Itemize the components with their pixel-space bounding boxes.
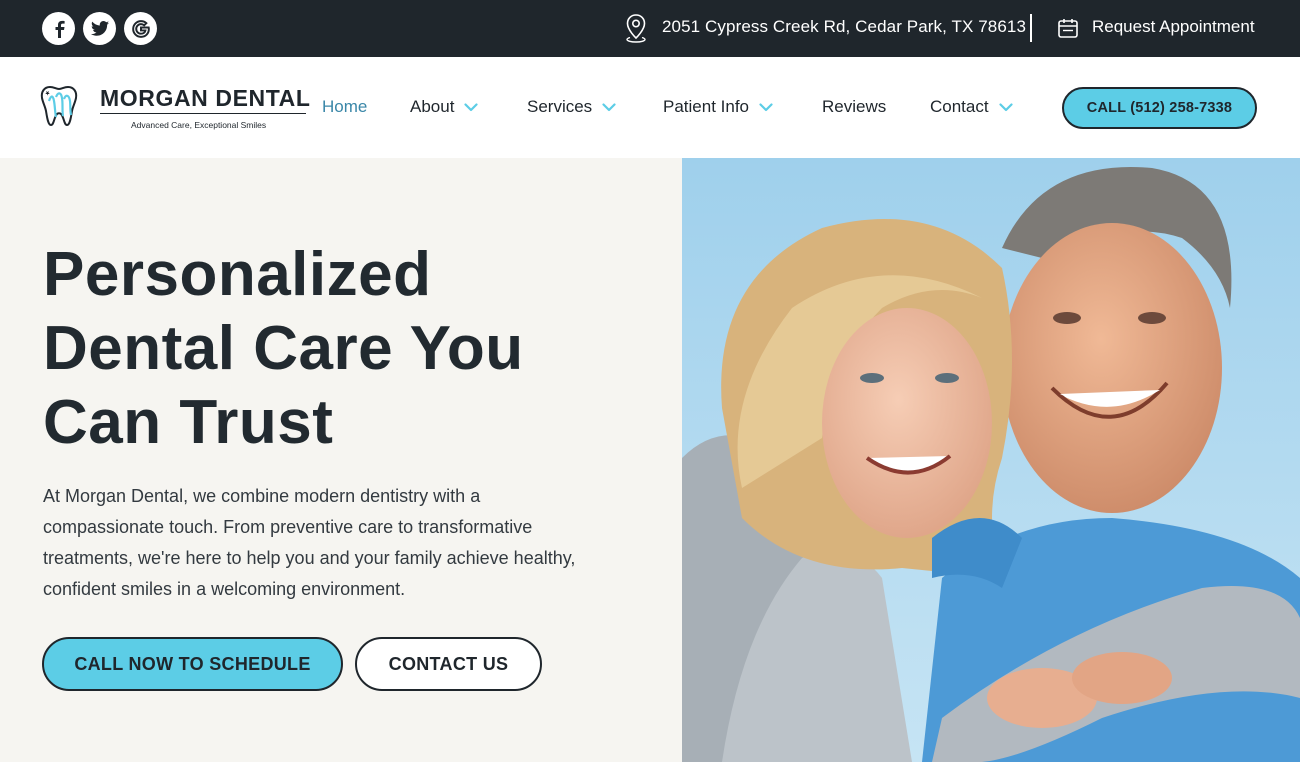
- brand-rule: [100, 113, 306, 114]
- chevron-down-icon: [998, 102, 1013, 111]
- call-now-button[interactable]: CALL NOW TO SCHEDULE: [42, 637, 343, 691]
- brand-name: MORGAN DENTAL: [100, 85, 311, 111]
- hero-title-line: Dental Care You: [43, 314, 524, 383]
- nav-item-contact[interactable]: Contact: [930, 97, 1013, 117]
- nav-item-label: Reviews: [822, 97, 887, 116]
- hero-section: Personalized Dental Care You Can Trust A…: [0, 158, 682, 762]
- nav-item-label: Patient Info: [663, 97, 750, 116]
- hero-title-line: Can Trust: [43, 388, 334, 457]
- request-appointment-link[interactable]: Request Appointment: [1092, 17, 1255, 37]
- nav-item-label: Home: [322, 97, 368, 116]
- calendar-icon: [1057, 17, 1079, 44]
- chevron-down-icon: [464, 102, 479, 111]
- hero-title: Personalized Dental Care You Can Trust: [43, 238, 663, 460]
- nav-item-services[interactable]: Services: [527, 97, 616, 117]
- tooth-icon: [40, 83, 82, 134]
- hero-image: [682, 158, 1300, 762]
- facebook-icon[interactable]: [42, 12, 75, 45]
- nav-item-patient-info[interactable]: Patient Info: [663, 97, 773, 117]
- call-phone-button[interactable]: CALL (512) 258-7338: [1062, 87, 1257, 129]
- hero-paragraph: At Morgan Dental, we combine modern dent…: [43, 486, 576, 599]
- hero-title-line: Personalized: [43, 240, 432, 309]
- nav-item-label: About: [410, 97, 455, 116]
- map-pin-icon: [625, 13, 647, 48]
- top-bar-divider: [1030, 14, 1032, 42]
- top-bar: 2051 Cypress Creek Rd, Cedar Park, TX 78…: [0, 0, 1300, 57]
- google-icon[interactable]: [124, 12, 157, 45]
- contact-us-button[interactable]: CONTACT US: [355, 637, 542, 691]
- chevron-down-icon: [759, 102, 773, 111]
- nav-item-home[interactable]: Home: [322, 97, 367, 117]
- chevron-down-icon: [602, 102, 616, 111]
- site-header: MORGAN DENTAL Advanced Care, Exceptional…: [0, 57, 1300, 158]
- address-text[interactable]: 2051 Cypress Creek Rd, Cedar Park, TX 78…: [662, 17, 1026, 37]
- nav-item-reviews[interactable]: Reviews: [822, 97, 886, 117]
- brand-tagline: Advanced Care, Exceptional Smiles: [131, 120, 267, 130]
- twitter-icon[interactable]: [83, 12, 116, 45]
- nav-item-label: Services: [527, 97, 593, 116]
- nav-item-label: Contact: [930, 97, 989, 116]
- nav-item-about[interactable]: About: [410, 97, 479, 117]
